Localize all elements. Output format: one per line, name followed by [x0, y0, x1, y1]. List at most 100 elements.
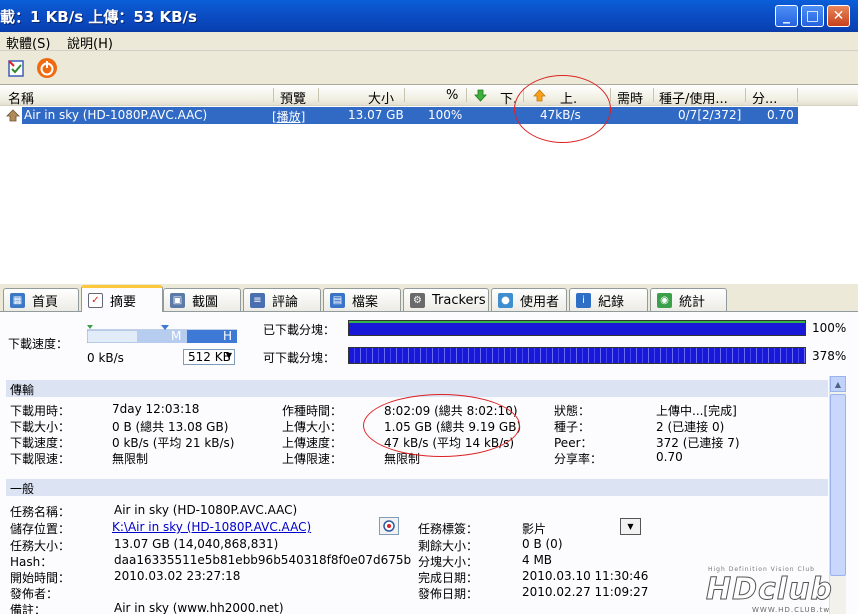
col-preview[interactable]: 預覽 [280, 88, 306, 107]
watermark-logo: HDclub [706, 572, 833, 608]
peers-value: 372 (已連接 7) [656, 436, 740, 450]
tab-log[interactable]: i 紀錄 [569, 288, 648, 311]
col-seeds-peers[interactable]: 種子/使用... [659, 88, 728, 107]
annotation-circle [363, 394, 520, 457]
piece-size-label: 分塊大小： [418, 555, 479, 569]
available-percent: 378% [812, 349, 847, 363]
save-location-link[interactable]: K:\Air in sky (HD-1080P.AVC.AAC) [112, 520, 311, 534]
downloaded-percent: 100% [812, 321, 847, 335]
minimize-icon: _ [783, 8, 790, 24]
chevron-down-icon: ▼ [225, 351, 232, 360]
download-limit-label: 下載限速： [10, 452, 71, 466]
tab-files[interactable]: ▤ 檔案 [323, 288, 401, 311]
tab-users[interactable]: ● 使用者 [491, 288, 567, 311]
downloaded-size-value: 0 B (總共 13.08 GB) [112, 420, 229, 434]
seeding-time-label: 作種時間： [282, 404, 343, 418]
task-size-label: 任務大小： [10, 539, 71, 553]
task-name-value: Air in sky (HD-1080P.AVC.AAC) [114, 503, 298, 517]
speed-marker-m: M [171, 329, 182, 343]
general-section-title: 一般 [6, 479, 828, 496]
downloaded-pieces-bar [348, 320, 806, 336]
tab-screenshots[interactable]: ▣ 截圖 [163, 288, 241, 311]
share-ratio-value: 0.70 [656, 450, 683, 464]
screenshot-icon: ▣ [170, 292, 185, 308]
comment-label: 備註： [10, 603, 47, 614]
save-location-label: 儲存位置： [10, 522, 71, 536]
tab-summary[interactable]: ✓ 摘要 [81, 285, 163, 312]
hdclub-watermark: High Definition Vision Club HDclub WWW.H… [704, 566, 854, 614]
download-speed-label: 下載速度： [10, 436, 71, 450]
tab-statistics[interactable]: ◉ 統計 [650, 288, 727, 311]
available-pieces-bar [348, 347, 806, 364]
download-arrow-icon [474, 89, 487, 102]
torrent-list[interactable]: 名稱 預覽 大小 % 下. 上. 需時 種子/使用... 分... Air in… [0, 75, 858, 284]
col-ratio[interactable]: 分... [752, 88, 777, 107]
toolbar [0, 52, 858, 84]
downloaded-size-label: 下載大小： [10, 420, 71, 434]
download-time-value: 7day 12:03:18 [112, 402, 200, 416]
col-eta[interactable]: 需時 [617, 88, 643, 107]
col-name[interactable]: 名稱 [8, 88, 34, 107]
speed-value: 0 kB/s [87, 351, 124, 365]
publisher-label: 發佈者： [10, 587, 59, 601]
start-time-label: 開始時間： [10, 571, 71, 585]
scroll-up-icon[interactable]: ▲ [830, 376, 846, 392]
summary-icon: ✓ [88, 292, 103, 308]
row-seeds-peers: 0/7[2/372] [678, 108, 742, 122]
col-percent[interactable]: % [446, 88, 458, 103]
log-icon: i [576, 292, 591, 308]
remaining-size-label: 剩餘大小： [418, 539, 479, 553]
download-speed-value: 0 kB/s (平均 21 kB/s) [112, 436, 235, 450]
files-icon: ▤ [330, 292, 345, 308]
speed-slider[interactable] [87, 325, 237, 343]
downloaded-pieces-label: 已下載分塊： [263, 323, 336, 337]
statistics-icon: ◉ [657, 292, 672, 308]
menu-software[interactable]: 軟體(S) [6, 33, 50, 52]
row-ratio: 0.70 [767, 108, 794, 122]
row-name: Air in sky (HD-1080P.AVC.AAC) [24, 108, 208, 122]
detail-tabs: ▦ 首頁 ✓ 摘要 ▣ 截圖 ≡ 評論 ▤ 檔案 ⚙ Trackers ● 使用者 i 紀錄 ◉… [0, 285, 858, 312]
download-time-label: 下載用時： [10, 404, 71, 418]
task-name-label: 任務名稱： [10, 505, 71, 519]
comment-value: Air in sky (www.hh2000.net) [114, 601, 284, 614]
users-icon: ● [498, 292, 513, 308]
row-preview-link[interactable]: [播放] [272, 108, 305, 125]
task-tag-value: 影片 [522, 522, 547, 536]
tab-home[interactable]: ▦ 首頁 [3, 288, 79, 311]
add-torrent-icon[interactable] [5, 57, 27, 79]
title-bar: 載：1 KB/s 上傳：53 KB/s _ □ ✕ [0, 0, 858, 32]
menu-bar: 軟體(S) 說明(H) [0, 32, 858, 52]
tab-comments[interactable]: ≡ 評論 [243, 288, 321, 311]
speed-limit-select[interactable]: 512 KB ▼ [183, 349, 235, 365]
task-tag-dropdown[interactable]: ▼ [620, 518, 641, 535]
scroll-thumb[interactable] [830, 394, 846, 576]
power-icon[interactable] [36, 57, 58, 79]
close-button[interactable]: ✕ [827, 5, 850, 27]
list-header: 名稱 預覽 大小 % 下. 上. 需時 種子/使用... 分... [0, 85, 858, 107]
table-row[interactable]: Air in sky (HD-1080P.AVC.AAC) [播放] 13.07… [22, 107, 798, 124]
chevron-down-icon: ▼ [627, 522, 634, 531]
row-size: 13.07 GB [348, 108, 404, 122]
menu-help[interactable]: 說明(H) [67, 33, 113, 52]
publish-date-value: 2010.02.27 11:09:27 [522, 585, 649, 599]
upload-limit-label: 上傳限速： [282, 452, 343, 466]
annotation-circle [514, 75, 611, 143]
home-icon: ▦ [10, 292, 25, 308]
maximize-button[interactable]: □ [801, 5, 824, 27]
downloaded-pieces-fill [349, 321, 805, 335]
close-icon: ✕ [832, 8, 845, 24]
col-size[interactable]: 大小 [368, 88, 394, 107]
open-folder-icon[interactable] [379, 517, 399, 535]
hash-value: daa16335511e5b81ebb96b540318f8f0e07d675b [114, 553, 412, 567]
speed-limit-value: 512 KB [188, 350, 231, 364]
row-percent: 100% [428, 108, 463, 122]
upload-speed-label: 上傳速度： [282, 436, 343, 450]
transfer-section-title: 傳輸 [6, 380, 828, 397]
task-size-value: 13.07 GB (14,040,868,831) [114, 537, 279, 551]
minimize-button[interactable]: _ [775, 5, 798, 27]
tracker-icon: ⚙ [410, 292, 425, 308]
seeds-value: 2 (已連接 0) [656, 420, 725, 434]
tab-trackers[interactable]: ⚙ Trackers [403, 288, 489, 311]
maximize-icon: □ [805, 8, 820, 24]
peers-label: Peer： [554, 436, 593, 450]
